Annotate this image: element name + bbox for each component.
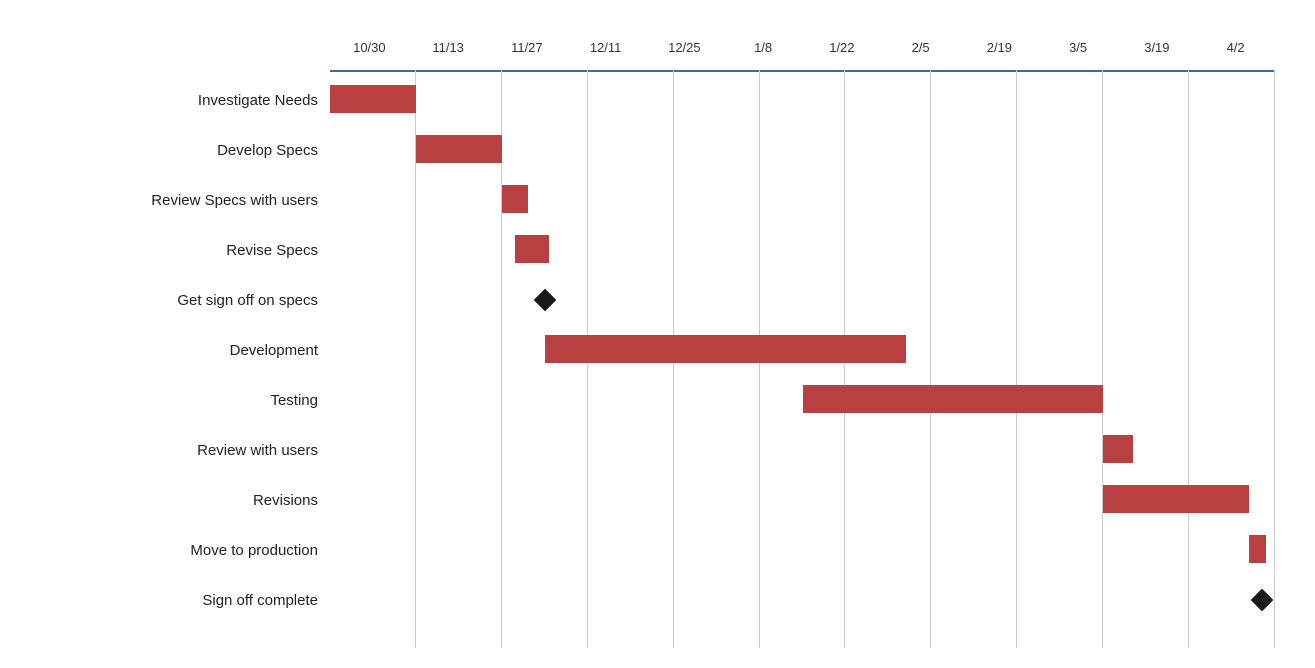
chart-container: Investigate NeedsDevelop SpecsReview Spe… — [0, 0, 1315, 668]
date-label-7: 2/5 — [881, 40, 960, 55]
row-label-6: Testing — [10, 375, 330, 425]
row-label-5: Development — [10, 325, 330, 375]
row-label-8: Revisions — [10, 475, 330, 525]
gantt-bar-5 — [545, 335, 906, 363]
bar-row-10 — [330, 575, 1275, 625]
gantt-bar-8 — [1103, 485, 1249, 513]
bar-row-6 — [330, 375, 1275, 425]
bar-row-7 — [330, 425, 1275, 475]
bar-row-5 — [330, 325, 1275, 375]
gantt-bar-0 — [330, 85, 416, 113]
date-label-1: 11/13 — [409, 40, 488, 55]
bars-area — [330, 75, 1275, 648]
date-label-3: 12/11 — [566, 40, 645, 55]
date-label-6: 1/22 — [803, 40, 882, 55]
date-label-10: 3/19 — [1118, 40, 1197, 55]
date-label-5: 1/8 — [724, 40, 803, 55]
date-label-11: 4/2 — [1196, 40, 1275, 55]
bar-row-1 — [330, 125, 1275, 175]
date-label-4: 12/25 — [645, 40, 724, 55]
date-label-0: 10/30 — [330, 40, 409, 55]
bar-row-4 — [330, 275, 1275, 325]
row-label-1: Develop Specs — [10, 125, 330, 175]
gantt-bar-6 — [803, 385, 1104, 413]
gantt-bar-1 — [416, 135, 502, 163]
diamond-marker-4 — [533, 289, 556, 312]
row-label-3: Revise Specs — [10, 225, 330, 275]
diamond-marker-10 — [1251, 589, 1274, 612]
bar-row-8 — [330, 475, 1275, 525]
gantt-bar-2 — [502, 185, 528, 213]
bar-row-0 — [330, 75, 1275, 125]
date-label-8: 2/19 — [960, 40, 1039, 55]
gantt-bar-3 — [515, 235, 549, 263]
date-label-9: 3/5 — [1039, 40, 1118, 55]
date-label-2: 11/27 — [488, 40, 567, 55]
bar-row-3 — [330, 225, 1275, 275]
row-label-9: Move to production — [10, 525, 330, 575]
row-label-7: Review with users — [10, 425, 330, 475]
bar-row-2 — [330, 175, 1275, 225]
row-label-2: Review Specs with users — [10, 175, 330, 225]
grid-area: 10/3011/1311/2712/1112/251/81/222/52/193… — [330, 20, 1275, 648]
row-label-4: Get sign off on specs — [10, 275, 330, 325]
row-label-0: Investigate Needs — [10, 75, 330, 125]
chart-inner: Investigate NeedsDevelop SpecsReview Spe… — [10, 20, 1275, 648]
row-label-10: Sign off complete — [10, 575, 330, 625]
gantt-bar-7 — [1103, 435, 1133, 463]
gantt-bar-9 — [1249, 535, 1266, 563]
bar-row-9 — [330, 525, 1275, 575]
label-column: Investigate NeedsDevelop SpecsReview Spe… — [10, 75, 330, 625]
date-axis: 10/3011/1311/2712/1112/251/81/222/52/193… — [330, 20, 1275, 75]
